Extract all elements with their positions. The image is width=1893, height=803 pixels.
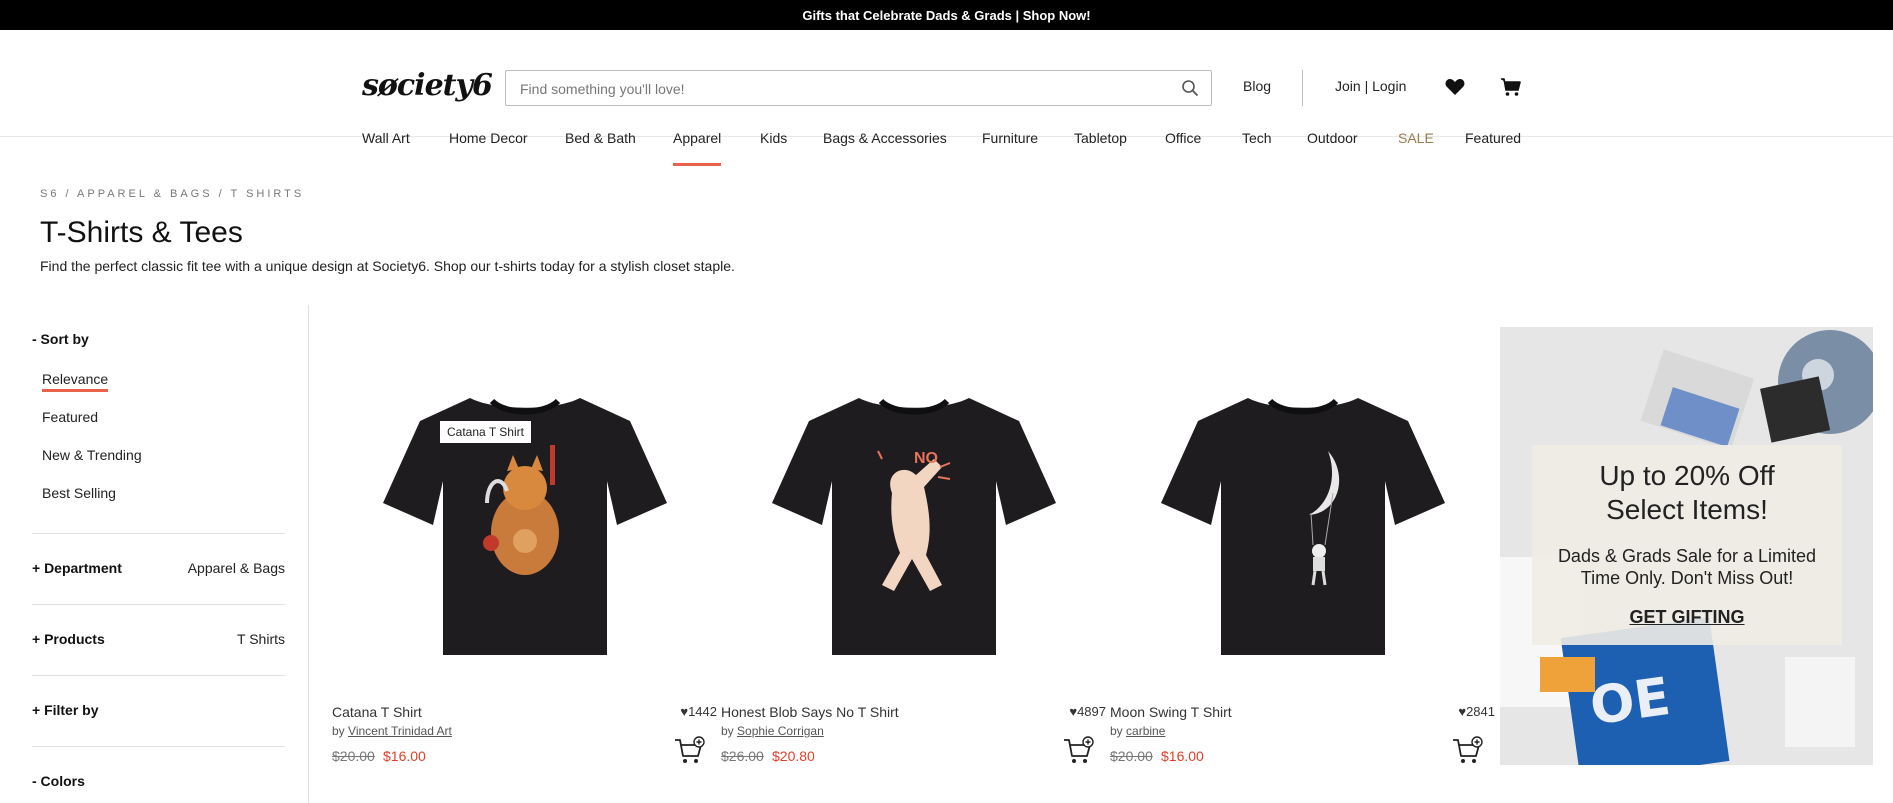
by-prefix: by <box>1110 724 1123 738</box>
artist-link[interactable]: Sophie Corrigan <box>737 724 824 738</box>
product-title[interactable]: Catana T Shirt <box>332 704 422 720</box>
product-artist: by Vincent Trinidad Art <box>332 724 452 738</box>
filter-by-heading[interactable]: + Filter by <box>32 702 99 718</box>
product-title[interactable]: Honest Blob Says No T Shirt <box>721 704 899 720</box>
products-filter-heading[interactable]: + Products <box>32 631 105 647</box>
heart-icon[interactable] <box>1444 76 1466 98</box>
promo-card: Up to 20% Off Select Items! Dads & Grads… <box>1532 445 1842 645</box>
promo-subtext-line-1: Dads & Grads Sale for a Limited <box>1557 546 1817 566</box>
promo-banner[interactable]: Gifts that Celebrate Dads & Grads | Shop… <box>0 0 1893 30</box>
sidebar-divider <box>32 675 285 676</box>
original-price: $26.00 <box>721 748 764 764</box>
cart-icon[interactable] <box>1500 76 1522 98</box>
nav-bags-accessories[interactable]: Bags & Accessories <box>823 130 947 146</box>
nav-tech[interactable]: Tech <box>1242 130 1272 146</box>
department-filter-value: Apparel & Bags <box>187 560 285 576</box>
promo-banner-text[interactable]: Gifts that Celebrate Dads & Grads | Shop… <box>802 8 1090 23</box>
nav-tabletop[interactable]: Tabletop <box>1074 130 1127 146</box>
sort-option-featured[interactable]: Featured <box>42 409 98 425</box>
search-box[interactable] <box>505 70 1212 106</box>
product-likes[interactable]: ♥4897 <box>1069 704 1106 719</box>
department-filter-heading[interactable]: + Department <box>32 560 122 576</box>
product-artist: by carbine <box>1110 724 1165 738</box>
sidebar-divider <box>32 533 285 534</box>
tshirt-image <box>382 397 667 655</box>
promo-headline-line-2: Select Items! <box>1606 494 1768 525</box>
promo-subtext: Dads & Grads Sale for a Limited Time Onl… <box>1532 545 1842 589</box>
product-title[interactable]: Moon Swing T Shirt <box>1110 704 1232 720</box>
search-icon[interactable] <box>1181 79 1199 97</box>
promo-panel[interactable]: OE Up to 20% Off Select Items! Dads & Gr… <box>1500 327 1873 765</box>
nav-sale[interactable]: SALE <box>1398 130 1434 146</box>
sidebar-divider <box>32 604 285 605</box>
nav-wall-art[interactable]: Wall Art <box>362 130 410 146</box>
nav-bed-bath[interactable]: Bed & Bath <box>565 130 636 146</box>
sidebar-separator <box>308 305 309 803</box>
tshirt-image: NO <box>771 397 1056 655</box>
breadcrumb[interactable]: S6 / APPAREL & BAGS / T SHIRTS <box>40 188 304 200</box>
heart-icon: ♥ <box>680 704 689 719</box>
promo-subtext-line-2: Time Only. Don't Miss Out! <box>1580 568 1794 588</box>
product-likes[interactable]: ♥2841 <box>1458 704 1495 719</box>
sale-price: $20.80 <box>772 748 815 764</box>
heart-icon: ♥ <box>1458 704 1467 719</box>
header-divider <box>1302 70 1303 106</box>
nav-home-decor[interactable]: Home Decor <box>449 130 528 146</box>
svg-text:OE: OE <box>1586 667 1673 738</box>
original-price: $20.00 <box>1110 748 1153 764</box>
promo-headline: Up to 20% Off Select Items! <box>1532 459 1842 527</box>
by-prefix: by <box>332 724 345 738</box>
products-filter-value: T Shirts <box>237 631 285 647</box>
get-gifting-link[interactable]: GET GIFTING <box>1532 607 1842 628</box>
product-likes[interactable]: ♥1442 <box>680 704 717 719</box>
product-artist: by Sophie Corrigan <box>721 724 824 738</box>
product-image[interactable]: NO <box>721 340 1106 685</box>
likes-count: 4897 <box>1077 704 1106 719</box>
sort-by-heading[interactable]: - Sort by <box>32 331 89 347</box>
likes-count: 1442 <box>688 704 717 719</box>
sort-option-new-trending[interactable]: New & Trending <box>42 447 142 463</box>
blog-link[interactable]: Blog <box>1243 78 1271 94</box>
nav-outdoor[interactable]: Outdoor <box>1307 130 1358 146</box>
sort-option-relevance[interactable]: Relevance <box>42 371 109 392</box>
likes-count: 2841 <box>1466 704 1495 719</box>
sort-option-best-selling[interactable]: Best Selling <box>42 485 116 501</box>
artist-link[interactable]: carbine <box>1126 724 1165 738</box>
svg-text:NO: NO <box>914 450 938 467</box>
product-tooltip: Catana T Shirt <box>440 421 531 443</box>
nav-apparel[interactable]: Apparel <box>673 130 722 166</box>
product-card[interactable]: Moon Swing T Shirt ♥2841 by carbine $20.… <box>1110 340 1495 780</box>
product-card[interactable]: NO Honest Blob Says No T Shirt ♥4897 by … <box>721 340 1106 780</box>
nav-featured[interactable]: Featured <box>1465 130 1521 146</box>
colors-filter-heading[interactable]: - Colors <box>32 773 85 789</box>
by-prefix: by <box>721 724 734 738</box>
search-input[interactable] <box>518 78 1162 100</box>
product-card[interactable]: Catana T Shirt ♥1442 by Vincent Trinidad… <box>332 340 717 780</box>
join-login-link[interactable]: Join | Login <box>1335 78 1406 94</box>
product-image[interactable] <box>332 340 717 685</box>
heart-icon: ♥ <box>1069 704 1078 719</box>
add-to-cart-icon[interactable] <box>1062 734 1094 766</box>
sidebar-divider <box>32 746 285 747</box>
site-header: søciety6 Blog Join | Login Wall Art Home… <box>0 30 1893 166</box>
artist-link[interactable]: Vincent Trinidad Art <box>348 724 452 738</box>
product-image[interactable] <box>1110 340 1495 685</box>
nav-furniture[interactable]: Furniture <box>982 130 1038 146</box>
nav-office[interactable]: Office <box>1165 130 1201 146</box>
add-to-cart-icon[interactable] <box>1451 734 1483 766</box>
sale-price: $16.00 <box>1161 748 1204 764</box>
society6-logo[interactable]: søciety6 <box>362 68 493 103</box>
tshirt-image <box>1160 397 1445 655</box>
page-description: Find the perfect classic fit tee with a … <box>40 258 735 274</box>
add-to-cart-icon[interactable] <box>673 734 705 766</box>
page-title: T-Shirts & Tees <box>40 216 243 249</box>
original-price: $20.00 <box>332 748 375 764</box>
promo-headline-line-1: Up to 20% Off <box>1599 460 1775 491</box>
nav-kids[interactable]: Kids <box>760 130 787 146</box>
sale-price: $16.00 <box>383 748 426 764</box>
